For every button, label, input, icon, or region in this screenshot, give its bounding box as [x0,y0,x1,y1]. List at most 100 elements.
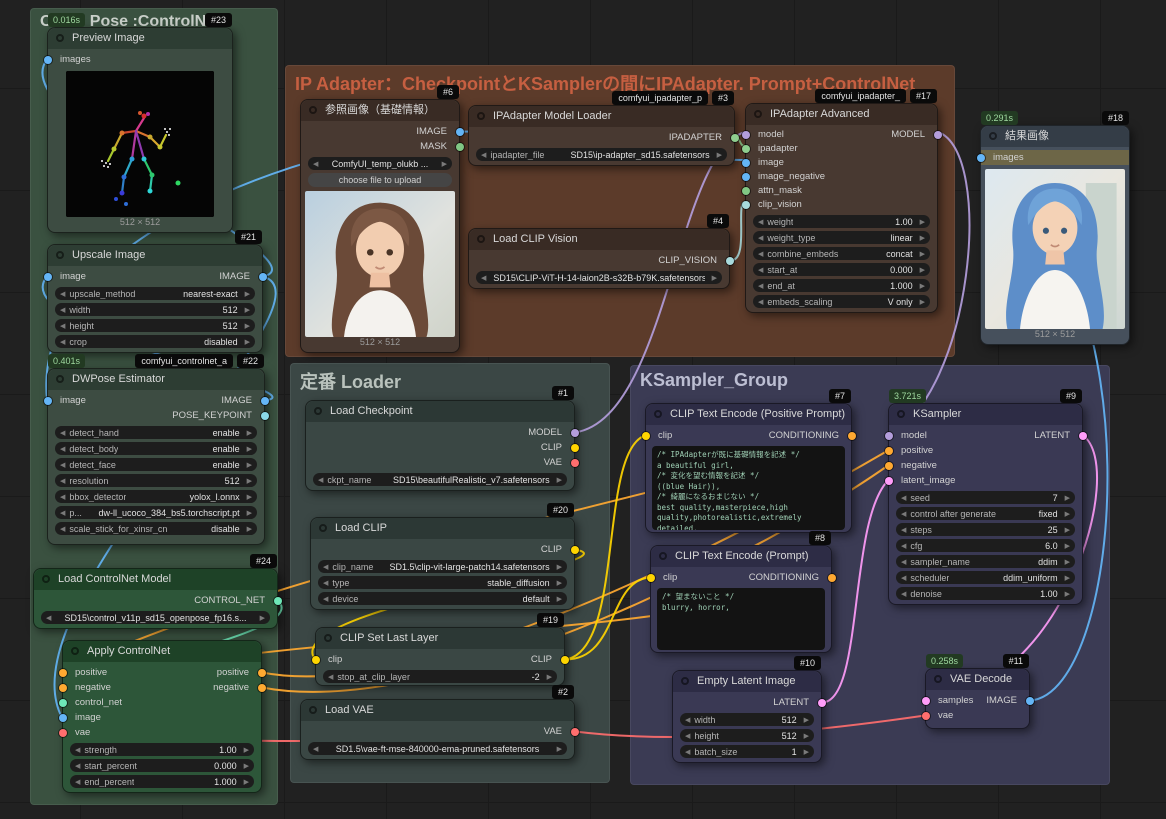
output-dot-image[interactable] [259,273,267,281]
input-dot-samples[interactable] [922,697,930,705]
input-dot-image[interactable] [742,159,750,167]
widget-detect-face[interactable]: detect_faceenable [55,458,257,471]
node-vae-decode[interactable]: 0.258s#11 VAE Decode samples IMAGE vae [925,668,1030,729]
node-preview-image[interactable]: 0.016s#23 Preview Image images [47,27,233,233]
node-load-clip-vision[interactable]: #4 Load CLIP Vision CLIP_VISION SD15\CLI… [468,228,730,289]
widget-type[interactable]: typestable_diffusion [318,576,567,589]
node-title[interactable]: IPAdapter Advanced [746,104,937,125]
widget-upscale-method[interactable]: upscale_methodnearest-exact [55,287,255,300]
widget-end-at[interactable]: end_at1.000 [753,279,930,292]
node-clip-text-encode-negative[interactable]: #8 CLIP Text Encode (Prompt) clip CONDIT… [650,545,832,653]
input-dot-image-negative[interactable] [742,173,750,181]
node-load-checkpoint[interactable]: #1 Load Checkpoint MODEL CLIP VAE ckpt_n… [305,400,575,491]
widget-scale-stick[interactable]: scale_stick_for_xinsr_cndisable [55,522,257,535]
node-dwpose-estimator[interactable]: 0.401scomfyui_controlnet_a#22 DWPose Est… [47,368,265,545]
widget-end-percent[interactable]: end_percent1.000 [70,775,254,788]
node-title[interactable]: KSampler [889,404,1082,425]
node-load-clip[interactable]: #20 Load CLIP CLIP clip_nameSD1.5\clip-v… [310,517,575,610]
input-dot-images[interactable] [977,154,985,162]
output-dot-conditioning[interactable] [848,432,856,440]
collapse-dot[interactable] [319,524,327,532]
collapse-dot[interactable] [56,251,64,259]
widget-bbox-detector[interactable]: bbox_detectoryolox_l.onnx [55,490,257,503]
node-load-vae[interactable]: #2 Load VAE VAE SD1.5\vae-ft-mse-840000-… [300,699,575,760]
output-dot-clip-vision[interactable] [726,257,734,265]
widget-detect-body[interactable]: detect_bodyenable [55,442,257,455]
node-result-image[interactable]: 0.291s#18 結果画像 images 512 × 512 [980,125,1130,345]
node-title[interactable]: CLIP Set Last Layer [316,628,564,649]
input-dot-image[interactable] [44,397,52,405]
node-reference-image[interactable]: #6 参照画像（基礎情報） IMAGE MASK ComfyUI_temp_ol… [300,99,460,353]
widget-pose-estimator[interactable]: p...dw-ll_ucoco_384_bs5.torchscript.pt [55,506,257,519]
widget-control-after-generate[interactable]: control after generatefixed [896,507,1075,520]
collapse-dot[interactable] [659,552,667,560]
output-dot-ipadapter[interactable] [731,134,739,142]
output-dot-negative[interactable] [258,684,266,692]
input-dot-vae[interactable] [922,712,930,720]
node-title[interactable]: Upscale Image [48,245,262,266]
collapse-dot[interactable] [989,132,997,140]
collapse-dot[interactable] [56,34,64,42]
output-dot-image[interactable] [261,397,269,405]
input-dot-model[interactable] [885,432,893,440]
output-dot-model[interactable] [934,131,942,139]
widget-cfg[interactable]: cfg6.0 [896,539,1075,552]
widget-strength[interactable]: strength1.00 [70,743,254,756]
input-dot-vae[interactable] [59,729,67,737]
input-dot-ipadapter[interactable] [742,145,750,153]
node-empty-latent-image[interactable]: #10 Empty Latent Image LATENT width512 h… [672,670,822,763]
output-dot-pose-keypoint[interactable] [261,412,269,420]
output-dot-latent[interactable] [818,699,826,707]
node-title[interactable]: 結果画像 [981,126,1129,147]
widget-start-at[interactable]: start_at0.000 [753,263,930,276]
output-dot-positive[interactable] [258,669,266,677]
widget-width[interactable]: width512 [55,303,255,316]
node-title[interactable]: VAE Decode [926,669,1029,690]
input-dot-control-net[interactable] [59,699,67,707]
node-title[interactable]: IPAdapter Model Loader [469,106,734,127]
input-dot-negative[interactable] [59,684,67,692]
input-dot-clip[interactable] [312,656,320,664]
widget-embeds-scaling[interactable]: embeds_scalingV only [753,295,930,308]
input-dot-clip[interactable] [647,574,655,582]
prompt-textarea[interactable]: /* 望まないこと */ blurry, horror, [657,588,825,650]
input-dot-image[interactable] [59,714,67,722]
node-upscale-image[interactable]: #21 Upscale Image image IMAGE upscale_me… [47,244,263,353]
collapse-dot[interactable] [56,375,64,383]
widget-weight[interactable]: weight1.00 [753,215,930,228]
widget-clip-vision-file[interactable]: SD15\CLIP-ViT-H-14-laion2B-s32B-b79K.saf… [476,271,722,284]
collapse-dot[interactable] [681,677,689,685]
widget-weight-type[interactable]: weight_typelinear [753,231,930,244]
node-title[interactable]: DWPose Estimator [48,369,264,390]
node-apply-controlnet[interactable]: Apply ControlNet positive positive negat… [62,640,262,793]
input-dot-positive[interactable] [885,447,893,455]
collapse-dot[interactable] [654,410,662,418]
widget-width[interactable]: width512 [680,713,814,726]
collapse-dot[interactable] [309,106,317,114]
widget-sampler-name[interactable]: sampler_nameddim [896,555,1075,568]
widget-resolution[interactable]: resolution512 [55,474,257,487]
output-dot-vae[interactable] [571,728,579,736]
node-clip-text-encode-positive[interactable]: #7 CLIP Text Encode (Positive Prompt) cl… [645,403,852,533]
input-dot-model[interactable] [742,131,750,139]
output-dot-clip[interactable] [561,656,569,664]
widget-batch-size[interactable]: batch_size1 [680,745,814,758]
collapse-dot[interactable] [324,634,332,642]
collapse-dot[interactable] [934,675,942,683]
widget-steps[interactable]: steps25 [896,523,1075,536]
node-ksampler[interactable]: 3.721s#9 KSampler model LATENT positive … [888,403,1083,605]
collapse-dot[interactable] [897,410,905,418]
node-load-controlnet[interactable]: #24 Load ControlNet Model CONTROL_NET SD… [33,568,278,629]
input-dot-image[interactable] [44,273,52,281]
collapse-dot[interactable] [477,235,485,243]
input-dot-images[interactable] [44,56,52,64]
output-dot-mask[interactable] [456,143,464,151]
widget-seed[interactable]: seed7 [896,491,1075,504]
node-title[interactable]: Load VAE [301,700,574,721]
node-ipadapter-model-loader[interactable]: comfyui_ipadapter_p#3 IPAdapter Model Lo… [468,105,735,166]
output-dot-conditioning[interactable] [828,574,836,582]
node-title[interactable]: Load Checkpoint [306,401,574,422]
collapse-dot[interactable] [42,575,50,583]
input-dot-latent-image[interactable] [885,477,893,485]
node-ipadapter-advanced[interactable]: comfyui_ipadapter_#17 IPAdapter Advanced… [745,103,938,313]
